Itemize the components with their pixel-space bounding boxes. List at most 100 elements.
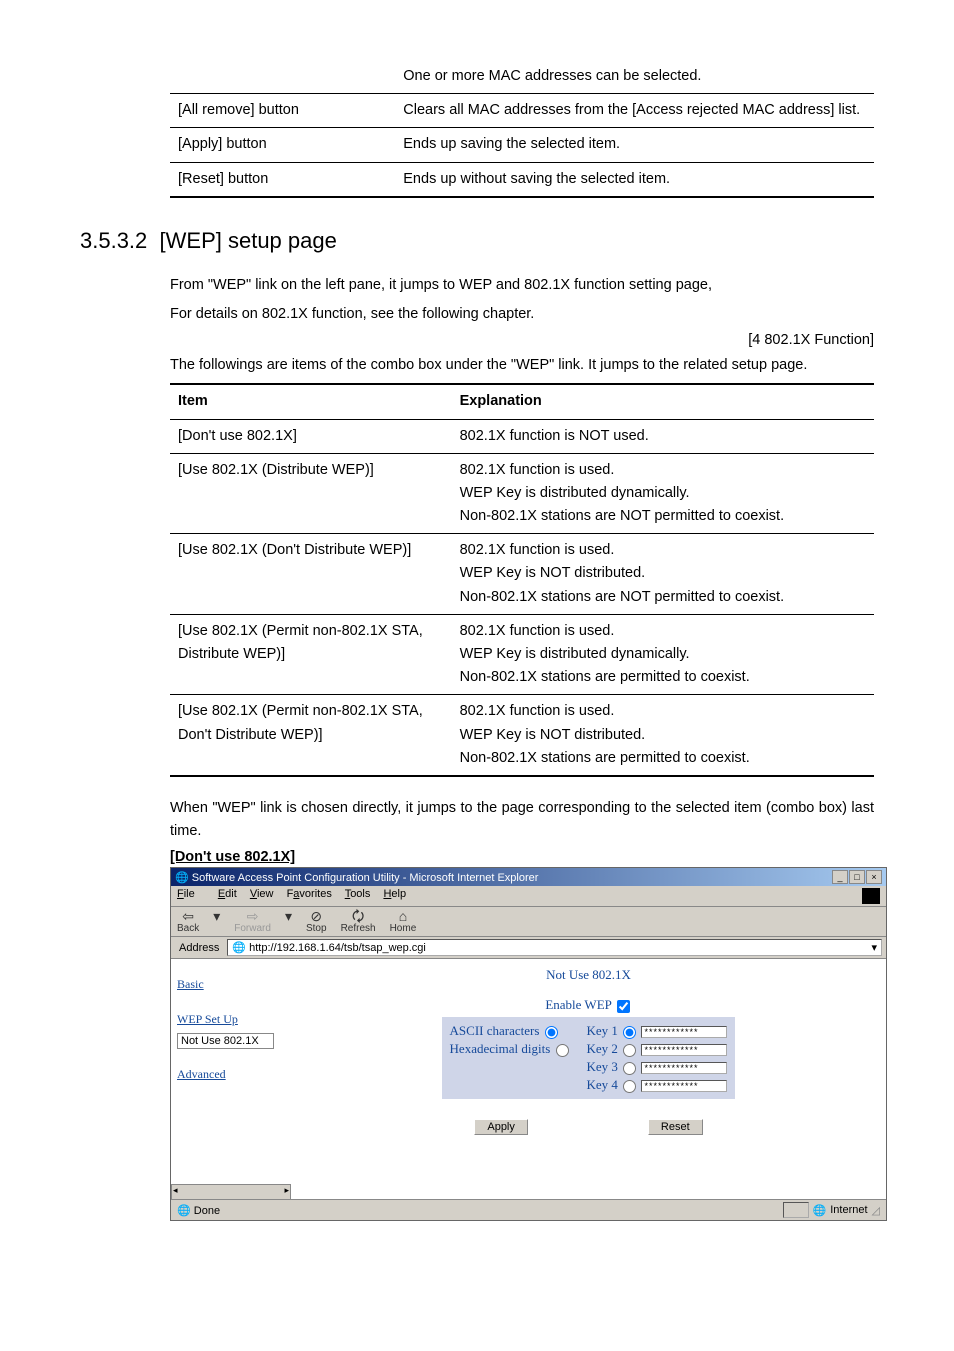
menu-view[interactable]: View: [250, 888, 274, 900]
mt-r0-item: [Don't use 802.1X]: [170, 419, 452, 453]
th-exp: Explanation: [452, 384, 874, 419]
menu-tools[interactable]: Tools: [345, 888, 371, 900]
back-arrow-icon: ⇦: [177, 909, 199, 923]
forward-arrow-icon: ⇨: [234, 909, 271, 923]
close-button[interactable]: ×: [866, 870, 882, 884]
top-r2-exp: Ends up saving the selected item.: [395, 128, 874, 162]
enable-wep-label: Enable WEP: [545, 997, 611, 1012]
ie-window: 🌐 Software Access Point Configuration Ut…: [170, 867, 887, 1221]
status-seg-icon: [783, 1202, 809, 1218]
status-zone: Internet: [830, 1204, 867, 1216]
main-heading: Not Use 802.1X: [301, 967, 876, 983]
ie-toolbar: ⇦Back ▾ ⇨Forward ▾ ⊘Stop 🗘Refresh ⌂Home: [171, 907, 886, 937]
cross-ref: [4 802.1X Function]: [170, 332, 874, 348]
address-dropdown-icon[interactable]: ▾: [871, 941, 877, 954]
key2-radio[interactable]: [623, 1044, 636, 1057]
mt-r4-item: [Use 802.1X (Permit non-802.1X STA, Don'…: [170, 695, 452, 776]
section-heading: 3.5.3.2 [WEP] setup page: [80, 228, 874, 254]
toolbar-sep2-icon: ▾: [285, 909, 292, 934]
ie-menubar: File Edit View Favorites Tools Help: [171, 886, 886, 907]
key1-radio[interactable]: [623, 1026, 636, 1039]
menu-file[interactable]: File: [177, 888, 205, 900]
top-r2-item: [Apply] button: [170, 128, 395, 162]
home-button[interactable]: ⌂Home: [390, 909, 417, 934]
para-2: The followings are items of the combo bo…: [170, 354, 874, 377]
mt-r3-item: [Use 802.1X (Permit non-802.1X STA, Dist…: [170, 614, 452, 695]
mt-r4-exp: 802.1X function is used. WEP Key is NOT …: [452, 695, 874, 776]
top-r0-exp: One or more MAC addresses can be selecte…: [395, 60, 874, 94]
mt-r3-exp: 802.1X function is used. WEP Key is dist…: [452, 614, 874, 695]
para-3: When "WEP" link is chosen directly, it j…: [170, 797, 874, 843]
ie-logo-icon: [862, 888, 880, 904]
mt-r2-exp: 802.1X function is used. WEP Key is NOT …: [452, 534, 874, 615]
ie-titlebar: 🌐 Software Access Point Configuration Ut…: [171, 868, 886, 886]
hex-label: Hexadecimal digits: [450, 1041, 551, 1056]
subhead-dont-use: [Don't use 802.1X]: [170, 849, 874, 865]
para-1b: For details on 802.1X function, see the …: [170, 303, 874, 326]
resize-grip-icon: ◿: [872, 1204, 880, 1217]
toolbar-sep-icon: ▾: [213, 909, 220, 934]
sidebar-hscrollbar[interactable]: ◂▸: [171, 1184, 291, 1200]
ie-sidebar: Basic WEP Set Up Not Use 802.1X Advanced…: [171, 959, 291, 1199]
ascii-label: ASCII characters: [450, 1023, 540, 1038]
ie-app-icon: 🌐: [175, 872, 189, 884]
stop-button[interactable]: ⊘Stop: [306, 909, 327, 934]
mt-r0-exp: 802.1X function is NOT used.: [452, 419, 874, 453]
para-1a: From "WEP" link on the left pane, it jum…: [170, 274, 874, 297]
key3-label: Key 3: [587, 1059, 618, 1074]
address-url: http://192.168.1.64/tsb/tsap_wep.cgi: [249, 942, 426, 954]
top-r3-item: [Reset] button: [170, 162, 395, 197]
ie-addressbar: Address 🌐 http://192.168.1.64/tsb/tsap_w…: [171, 937, 886, 959]
mt-r1-exp: 802.1X function is used. WEP Key is dist…: [452, 453, 874, 534]
key4-label: Key 4: [587, 1077, 618, 1092]
apply-button[interactable]: Apply: [474, 1119, 528, 1135]
sidebar-link-advanced[interactable]: Advanced: [177, 1067, 285, 1082]
combo-table: Item Explanation [Don't use 802.1X] 802.…: [170, 383, 874, 777]
reset-button[interactable]: Reset: [648, 1119, 703, 1135]
key2-field[interactable]: ************: [641, 1044, 727, 1056]
key3-radio[interactable]: [623, 1062, 636, 1075]
ie-statusbar: 🌐 Done 🌐 Internet ◿: [171, 1199, 886, 1220]
sidebar-combo-8021x[interactable]: Not Use 802.1X: [177, 1033, 274, 1049]
minimize-button[interactable]: _: [832, 870, 848, 884]
section-number: 3.5.3.2: [80, 228, 147, 253]
refresh-icon: 🗘: [341, 909, 376, 923]
menu-favorites[interactable]: Favorites: [287, 888, 332, 900]
menu-edit[interactable]: Edit: [218, 888, 237, 900]
status-done: Done: [194, 1205, 220, 1217]
enable-wep-checkbox[interactable]: [617, 1000, 630, 1013]
key3-field[interactable]: ************: [641, 1062, 727, 1074]
ie-main-pane: Not Use 802.1X Enable WEP ASCII characte…: [291, 959, 886, 1199]
status-page-icon: 🌐: [177, 1205, 191, 1217]
key1-field[interactable]: ************: [641, 1026, 727, 1038]
maximize-button[interactable]: □: [849, 870, 865, 884]
ie-page-icon: 🌐: [232, 942, 246, 954]
forward-button[interactable]: ⇨Forward: [234, 909, 271, 934]
section-title: [WEP] setup page: [160, 228, 337, 253]
key1-label: Key 1: [587, 1023, 618, 1038]
key4-radio[interactable]: [623, 1080, 636, 1093]
top-table: One or more MAC addresses can be selecte…: [170, 60, 874, 198]
key4-field[interactable]: ************: [641, 1080, 727, 1092]
address-label: Address: [175, 942, 223, 954]
address-input[interactable]: 🌐 http://192.168.1.64/tsb/tsap_wep.cgi ▾: [227, 939, 882, 956]
hex-radio[interactable]: [556, 1044, 569, 1057]
top-r3-exp: Ends up without saving the selected item…: [395, 162, 874, 197]
ie-title-text: Software Access Point Configuration Util…: [192, 872, 539, 884]
top-r1-item: [All remove] button: [170, 94, 395, 128]
sidebar-link-basic[interactable]: Basic: [177, 977, 285, 992]
refresh-button[interactable]: 🗘Refresh: [341, 909, 376, 934]
th-item: Item: [170, 384, 452, 419]
mt-r2-item: [Use 802.1X (Don't Distribute WEP)]: [170, 534, 452, 615]
globe-icon: 🌐: [813, 1204, 827, 1217]
sidebar-link-wepsetup[interactable]: WEP Set Up: [177, 1012, 285, 1027]
top-r1-exp: Clears all MAC addresses from the [Acces…: [395, 94, 874, 128]
top-r0-item: [170, 60, 395, 94]
mt-r1-item: [Use 802.1X (Distribute WEP)]: [170, 453, 452, 534]
stop-icon: ⊘: [306, 909, 327, 923]
back-button[interactable]: ⇦Back: [177, 909, 199, 934]
ascii-radio[interactable]: [545, 1026, 558, 1039]
home-icon: ⌂: [390, 909, 417, 923]
key2-label: Key 2: [587, 1041, 618, 1056]
menu-help[interactable]: Help: [383, 888, 406, 900]
